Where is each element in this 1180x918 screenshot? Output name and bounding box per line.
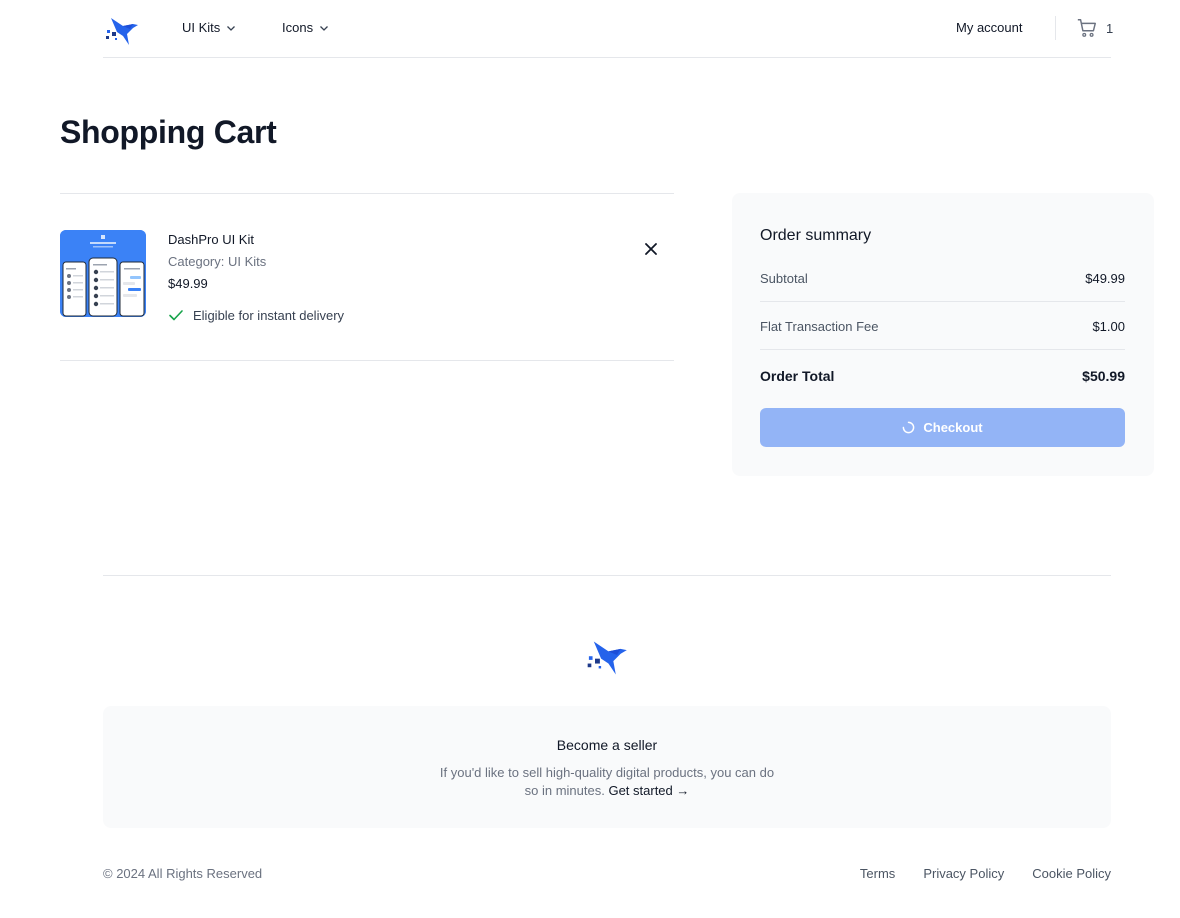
privacy-policy-link[interactable]: Privacy Policy bbox=[923, 866, 1004, 881]
page-title: Shopping Cart bbox=[60, 114, 277, 150]
get-started-link[interactable]: Get started → bbox=[608, 783, 689, 798]
summary-divider bbox=[760, 301, 1125, 302]
copyright-text: © 2024 All Rights Reserved bbox=[103, 866, 263, 881]
chevron-down-icon bbox=[227, 25, 236, 31]
fee-label: Flat Transaction Fee bbox=[760, 319, 879, 334]
product-category: Category: UI Kits bbox=[168, 254, 267, 269]
seller-title: Become a seller bbox=[556, 737, 658, 753]
summary-divider bbox=[760, 349, 1125, 350]
become-seller-panel: Become a seller If you'd like to sell hi… bbox=[103, 706, 1111, 828]
cookie-policy-link[interactable]: Cookie Policy bbox=[1032, 866, 1111, 881]
check-icon bbox=[169, 310, 183, 321]
loading-spinner-icon bbox=[903, 421, 915, 434]
product-name[interactable]: DashPro UI Kit bbox=[168, 232, 254, 247]
delivery-label: Eligible for instant delivery bbox=[193, 307, 345, 323]
total-value: $50.99 bbox=[1082, 368, 1125, 384]
checkout-label: Checkout bbox=[923, 420, 983, 435]
cart-items-list: DashPro UI Kit Category: UI Kits $49.99 … bbox=[60, 193, 674, 361]
remove-item-icon[interactable] bbox=[642, 240, 660, 258]
total-row: Order Total $50.99 bbox=[760, 368, 1125, 384]
terms-link[interactable]: Terms bbox=[860, 866, 895, 881]
product-thumbnail[interactable] bbox=[60, 230, 146, 317]
order-summary-title: Order summary bbox=[760, 227, 872, 244]
seller-description: If you'd like to sell high-quality digit… bbox=[437, 764, 777, 800]
hummingbird-logo-icon[interactable] bbox=[584, 634, 628, 676]
nav-icons-label: Icons bbox=[282, 20, 314, 35]
nav-ui-kits[interactable]: UI Kits bbox=[182, 20, 236, 35]
product-preview-image bbox=[60, 230, 146, 317]
footer-links: Terms Privacy Policy Cookie Policy bbox=[860, 866, 1111, 881]
site-header: UI Kits Icons My account 1 bbox=[103, 0, 1113, 58]
my-account-link[interactable]: My account bbox=[956, 20, 1022, 35]
fee-value: $1.00 bbox=[1092, 319, 1125, 334]
seller-text: If you'd like to sell high-quality digit… bbox=[439, 765, 775, 798]
hummingbird-logo-icon[interactable] bbox=[103, 12, 139, 46]
product-price: $49.99 bbox=[168, 276, 208, 291]
checkout-button[interactable]: Checkout bbox=[760, 408, 1125, 447]
subtotal-value: $49.99 bbox=[1085, 271, 1125, 286]
shopping-cart-icon bbox=[1077, 19, 1096, 37]
subtotal-row: Subtotal $49.99 bbox=[760, 271, 1125, 286]
nav-ui-kits-label: UI Kits bbox=[182, 20, 221, 35]
fee-row: Flat Transaction Fee $1.00 bbox=[760, 319, 1125, 334]
cart-button[interactable]: 1 bbox=[1076, 17, 1113, 39]
nav-icons[interactable]: Icons bbox=[282, 20, 329, 35]
delivery-status: Eligible for instant delivery bbox=[168, 307, 344, 323]
subtotal-label: Subtotal bbox=[760, 271, 808, 286]
header-divider bbox=[1055, 16, 1056, 40]
footer-divider bbox=[103, 575, 1111, 576]
total-label: Order Total bbox=[760, 368, 835, 384]
order-summary-panel: Order summary Subtotal $49.99 Flat Trans… bbox=[732, 193, 1154, 476]
cart-count: 1 bbox=[1106, 20, 1114, 36]
chevron-down-icon bbox=[320, 25, 329, 31]
